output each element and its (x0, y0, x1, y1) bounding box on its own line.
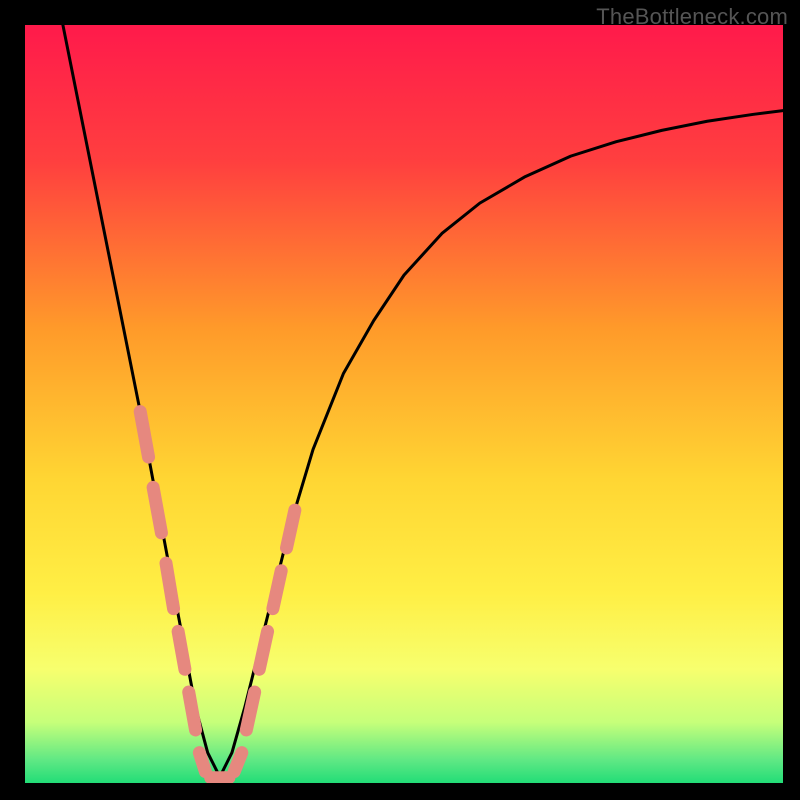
marker-dash (259, 631, 267, 669)
marker-dash (178, 631, 185, 669)
chart-frame: TheBottleneck.com (0, 0, 800, 800)
marker-dash (273, 571, 281, 609)
chart-svg (25, 25, 783, 783)
chart-plot (25, 25, 783, 783)
marker-dash (153, 487, 161, 532)
marker-dash (246, 692, 254, 730)
marker-dash (166, 563, 174, 608)
marker-dash (199, 753, 205, 772)
marker-dash (287, 510, 295, 548)
marker-dash (189, 692, 196, 730)
marker-dash (234, 753, 242, 772)
marker-dash (140, 412, 148, 457)
